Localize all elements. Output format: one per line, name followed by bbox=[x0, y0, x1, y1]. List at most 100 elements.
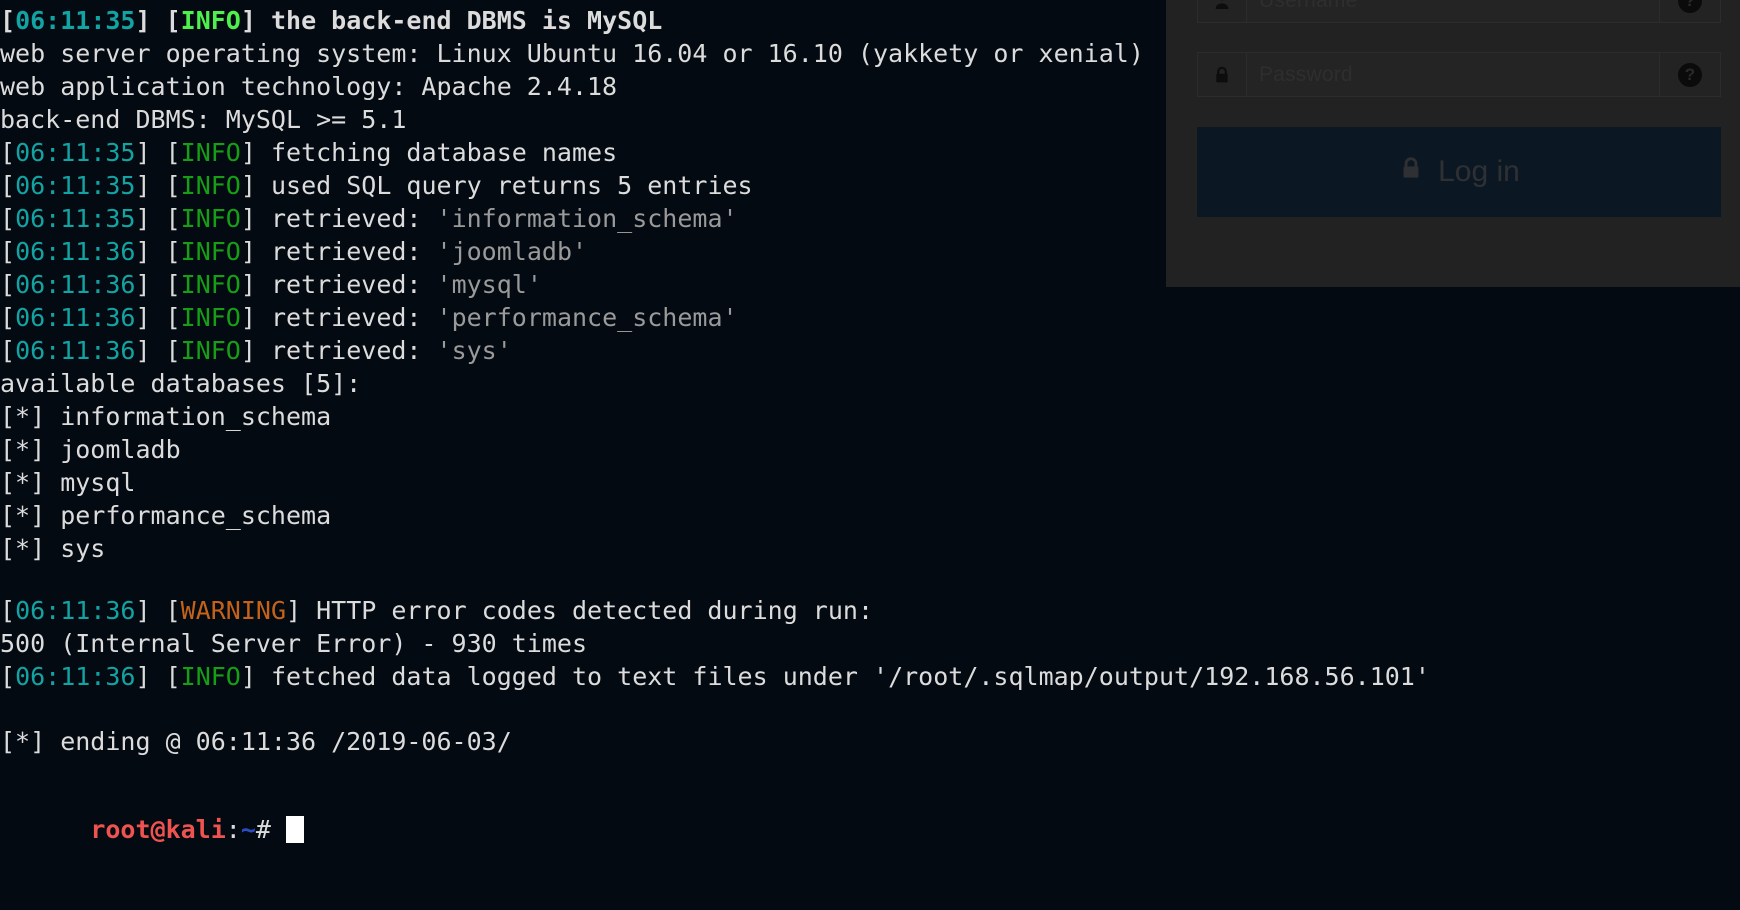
terminal-span: ] the back-end DBMS is MySQL bbox=[240, 6, 663, 35]
terminal-span: INFO bbox=[180, 171, 241, 200]
terminal-span: 06:11:36 bbox=[15, 662, 136, 691]
terminal-span: 06:11:36 bbox=[15, 336, 136, 365]
terminal-span: 'mysql' bbox=[436, 270, 542, 299]
terminal-span: [ bbox=[0, 237, 16, 266]
login-button-label: Log in bbox=[1438, 155, 1520, 188]
terminal-span: ] [ bbox=[135, 662, 181, 691]
terminal-line: 500 (Internal Server Error) - 930 times bbox=[0, 629, 587, 659]
terminal-span: [*] sys bbox=[0, 534, 106, 563]
terminal-span: 06:11:36 bbox=[15, 303, 136, 332]
terminal-span: ] [ bbox=[135, 270, 181, 299]
username-field-row[interactable]: Username ? bbox=[1197, 0, 1721, 23]
username-help-button[interactable]: ? bbox=[1659, 0, 1721, 23]
terminal-line: [06:11:36] [INFO] fetched data logged to… bbox=[0, 662, 1430, 692]
shell-prompt[interactable]: root@kali:~# bbox=[0, 785, 305, 875]
terminal-span: ] used SQL query returns 5 entries bbox=[240, 171, 753, 200]
question-mark-icon: ? bbox=[1678, 62, 1702, 87]
terminal-line: [06:11:36] [INFO] retrieved: 'sys' bbox=[0, 336, 512, 366]
terminal-line: web server operating system: Linux Ubunt… bbox=[0, 39, 1144, 69]
terminal-span: ] retrieved: bbox=[240, 204, 437, 233]
terminal-span: web application technology: Apache 2.4.1… bbox=[0, 72, 618, 101]
login-button[interactable]: Log in bbox=[1197, 127, 1721, 217]
terminal-span: [ bbox=[0, 204, 16, 233]
terminal-span: [*] performance_schema bbox=[0, 501, 332, 530]
terminal-span: ] retrieved: bbox=[240, 270, 437, 299]
terminal-line: [06:11:35] [INFO] fetching database name… bbox=[0, 138, 617, 168]
terminal-span: [ bbox=[0, 171, 16, 200]
terminal-span: 06:11:35 bbox=[15, 138, 136, 167]
terminal-span: 06:11:35 bbox=[15, 6, 136, 35]
terminal-span: ] [ bbox=[135, 204, 181, 233]
terminal-line: [*] ending @ 06:11:36 /2019-06-03/ bbox=[0, 727, 512, 757]
question-mark-icon: ? bbox=[1678, 0, 1702, 13]
terminal-span: INFO bbox=[180, 303, 241, 332]
terminal-line: back-end DBMS: MySQL >= 5.1 bbox=[0, 105, 406, 135]
terminal-span: INFO bbox=[180, 662, 241, 691]
terminal-line: available databases [5]: bbox=[0, 369, 361, 399]
terminal-span: ] fetched data logged to text files unde… bbox=[240, 662, 1430, 691]
terminal-span: ] [ bbox=[135, 596, 181, 625]
text-cursor bbox=[286, 816, 305, 843]
terminal-span: ] [ bbox=[135, 6, 181, 35]
terminal-line: [*] joomladb bbox=[0, 435, 181, 465]
prompt-colon: : bbox=[225, 815, 241, 844]
terminal-line: [06:11:35] [INFO] the back-end DBMS is M… bbox=[0, 6, 662, 36]
terminal-span: WARNING bbox=[180, 596, 286, 625]
lock-icon bbox=[1197, 52, 1246, 97]
terminal-span: ] [ bbox=[135, 303, 181, 332]
terminal-span: 'sys' bbox=[436, 336, 512, 365]
prompt-path: ~ bbox=[240, 815, 256, 844]
screen: Username ? Password ? Log in [06:11:35] … bbox=[0, 0, 1740, 910]
terminal-line: [*] performance_schema bbox=[0, 501, 331, 531]
terminal-span: [ bbox=[0, 662, 16, 691]
terminal-span: 06:11:36 bbox=[15, 270, 136, 299]
password-input[interactable]: Password bbox=[1246, 52, 1659, 97]
username-input[interactable]: Username bbox=[1246, 0, 1659, 23]
password-help-button[interactable]: ? bbox=[1659, 52, 1721, 97]
terminal-span: [ bbox=[0, 336, 16, 365]
login-panel: Username ? Password ? Log in bbox=[1166, 0, 1740, 287]
terminal-line: [06:11:36] [INFO] retrieved: 'mysql' bbox=[0, 270, 542, 300]
terminal-span: [ bbox=[0, 303, 16, 332]
terminal-span: INFO bbox=[180, 138, 241, 167]
terminal-span: 'performance_schema' bbox=[436, 303, 738, 332]
terminal-span: ] retrieved: bbox=[240, 336, 437, 365]
terminal-line: [06:11:35] [INFO] used SQL query returns… bbox=[0, 171, 753, 201]
terminal-span: available databases [5]: bbox=[0, 369, 362, 398]
terminal-line: [*] sys bbox=[0, 534, 105, 564]
terminal-line: [*] mysql bbox=[0, 468, 135, 498]
terminal-line: [*] information_schema bbox=[0, 402, 331, 432]
password-field-row[interactable]: Password ? bbox=[1197, 52, 1721, 97]
terminal-line: [06:11:36] [INFO] retrieved: 'joomladb' bbox=[0, 237, 587, 267]
terminal-span: INFO bbox=[180, 336, 241, 365]
terminal-span: 'information_schema' bbox=[436, 204, 738, 233]
terminal-span: [ bbox=[0, 270, 16, 299]
terminal-span: ] [ bbox=[135, 138, 181, 167]
terminal-span: ] retrieved: bbox=[240, 303, 437, 332]
terminal-span: ] retrieved: bbox=[240, 237, 437, 266]
terminal-span: INFO bbox=[180, 6, 241, 35]
terminal-line: [06:11:36] [WARNING] HTTP error codes de… bbox=[0, 596, 873, 626]
terminal-line: [06:11:36] [INFO] retrieved: 'performanc… bbox=[0, 303, 738, 333]
terminal-span: [ bbox=[0, 138, 16, 167]
prompt-sigil: # bbox=[255, 815, 271, 844]
terminal-span: 06:11:35 bbox=[15, 171, 136, 200]
terminal-span: ] [ bbox=[135, 336, 181, 365]
terminal-span: [*] ending @ 06:11:36 /2019-06-03/ bbox=[0, 727, 512, 756]
terminal-span: web server operating system: Linux Ubunt… bbox=[0, 39, 1144, 68]
terminal-span: [ bbox=[0, 596, 16, 625]
terminal-span: back-end DBMS: MySQL >= 5.1 bbox=[0, 105, 407, 134]
terminal-span: [*] information_schema bbox=[0, 402, 332, 431]
terminal-span: INFO bbox=[180, 204, 241, 233]
terminal-span: ] [ bbox=[135, 237, 181, 266]
terminal-span: 06:11:36 bbox=[15, 237, 136, 266]
terminal-line: [06:11:35] [INFO] retrieved: 'informatio… bbox=[0, 204, 738, 234]
terminal-span: [*] joomladb bbox=[0, 435, 181, 464]
terminal-span: ] HTTP error codes detected during run: bbox=[286, 596, 873, 625]
lock-icon bbox=[1398, 155, 1424, 189]
terminal-span: 500 (Internal Server Error) - 930 times bbox=[0, 629, 587, 658]
terminal-span: INFO bbox=[180, 237, 241, 266]
terminal-span: 'joomladb' bbox=[436, 237, 588, 266]
terminal-span: 06:11:36 bbox=[15, 596, 136, 625]
terminal-line: web application technology: Apache 2.4.1… bbox=[0, 72, 617, 102]
